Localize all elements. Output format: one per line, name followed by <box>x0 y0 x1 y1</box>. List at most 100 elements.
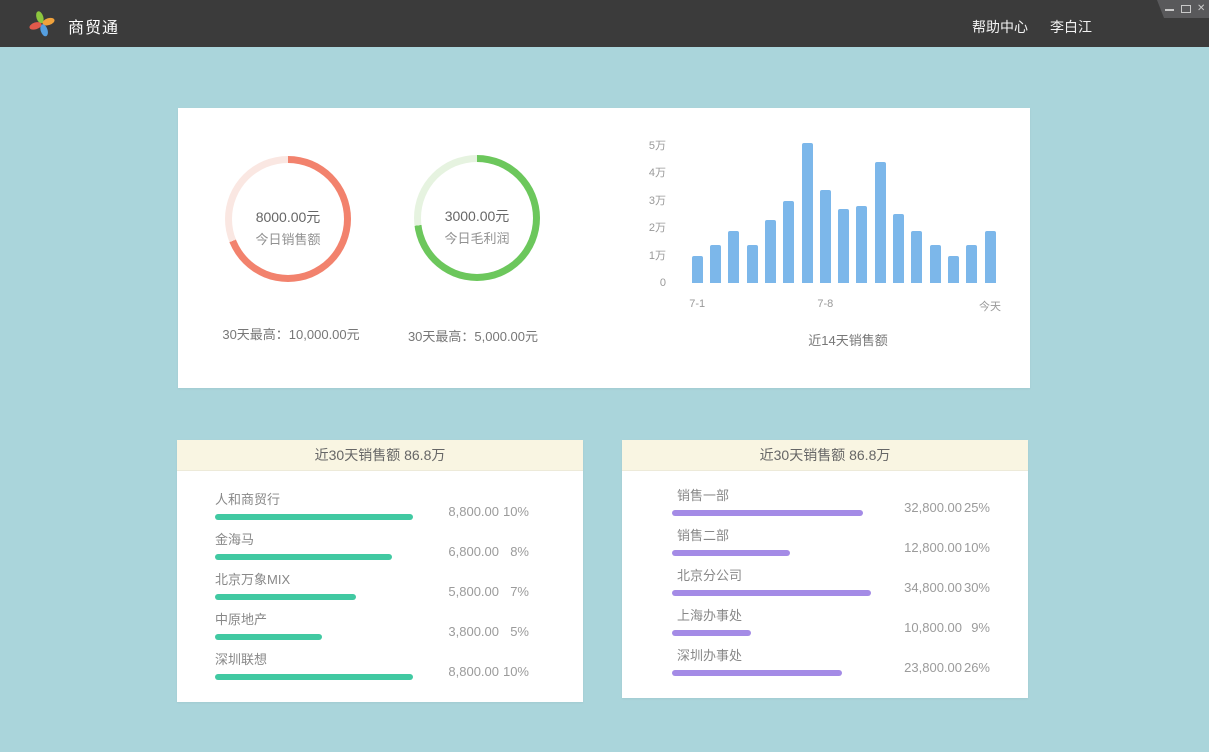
rank-row-bar <box>215 674 413 680</box>
y-axis-tick: 0 <box>648 277 666 290</box>
rank-row-values: 32,800.0025% <box>878 500 990 515</box>
rank-row-amount: 5,800.00 <box>415 584 499 599</box>
rank-card-title: 近30天销售额 86.8万 <box>622 440 1028 471</box>
rank-row-bar <box>672 670 842 676</box>
chart-bar <box>692 256 703 283</box>
help-center-link[interactable]: 帮助中心 <box>972 17 1028 37</box>
rank-row-percent: 26% <box>962 660 990 675</box>
today-profit-value: 3000.00元 <box>445 208 510 224</box>
rank-row-amount: 12,800.00 <box>878 540 962 555</box>
rank-row-percent: 25% <box>962 500 990 515</box>
rank-row: 北京分公司34,800.0030% <box>672 568 990 596</box>
gauge-inner: 3000.00元 今日毛利润 <box>421 162 533 274</box>
y-axis-tick: 1万 <box>648 250 666 263</box>
chart-bar <box>893 214 904 283</box>
rank-row-bar <box>215 594 356 600</box>
rank-row: 中原地产3,800.005% <box>215 612 529 640</box>
rank-row-percent: 9% <box>962 620 990 635</box>
x-axis-tick: 今天 <box>979 298 1001 314</box>
rank-row-values: 8,800.0010% <box>415 504 529 519</box>
gauge-inner: 8000.00元 今日销售额 <box>232 163 344 275</box>
minimize-icon[interactable] <box>1165 9 1174 11</box>
rank-row-percent: 10% <box>962 540 990 555</box>
title-bar: 商贸通 帮助中心 李白江 ✕ <box>0 0 1209 47</box>
rank-row: 北京万象MIX5,800.007% <box>215 572 529 600</box>
chart-bar <box>948 256 959 283</box>
rank-row-amount: 8,800.00 <box>415 504 499 519</box>
rank-row-values: 5,800.007% <box>415 584 529 599</box>
rank-row-bar <box>672 510 863 516</box>
rank-row-percent: 10% <box>499 504 529 519</box>
rank-row-percent: 30% <box>962 580 990 595</box>
chart-bar <box>875 162 886 283</box>
x-axis-tick: 7-1 <box>689 298 705 310</box>
app-title: 商贸通 <box>68 14 119 38</box>
rank-row-values: 8,800.0010% <box>415 664 529 679</box>
rank-row: 销售二部12,800.0010% <box>672 528 990 556</box>
today-sales-value: 8000.00元 <box>256 209 321 225</box>
rank-row-percent: 5% <box>499 624 529 639</box>
chart-bar <box>911 231 922 283</box>
rank-row-amount: 32,800.00 <box>878 500 962 515</box>
rank-row-amount: 23,800.00 <box>878 660 962 675</box>
rank-row: 销售一部32,800.0025% <box>672 488 990 516</box>
rank-row-bar <box>672 630 751 636</box>
rank-row-percent: 8% <box>499 544 529 559</box>
current-user-link[interactable]: 李白江 <box>1050 17 1092 37</box>
chart-bar <box>783 201 794 283</box>
sales-30day-max: 30天最高：10,000.00元 <box>191 324 391 343</box>
bar-chart-title: 近14天销售额 <box>691 330 1005 349</box>
rank-row-bar <box>672 590 871 596</box>
close-icon[interactable]: ✕ <box>1197 2 1205 16</box>
rank-row-bar <box>672 550 790 556</box>
chart-bar <box>710 245 721 283</box>
chart-bar <box>930 245 941 283</box>
chart-bar <box>985 231 996 283</box>
chart-bar <box>728 231 739 283</box>
rank-row-amount: 6,800.00 <box>415 544 499 559</box>
overview-card: 8000.00元 今日销售额 3000.00元 今日毛利润 30天最高：10,0… <box>178 108 1030 388</box>
x-axis-tick: 7-8 <box>817 298 833 310</box>
rank-row-values: 10,800.009% <box>878 620 990 635</box>
chart-bar <box>802 143 813 283</box>
maximize-icon[interactable] <box>1181 5 1191 13</box>
rank-row-percent: 10% <box>499 664 529 679</box>
rank-row-values: 3,800.005% <box>415 624 529 639</box>
rank-row-percent: 7% <box>499 584 529 599</box>
chart-bar <box>838 209 849 283</box>
y-axis-tick: 4万 <box>648 167 666 180</box>
today-profit-gauge: 3000.00元 今日毛利润 <box>414 155 540 281</box>
chart-bar <box>747 245 758 283</box>
rank-row-amount: 10,800.00 <box>878 620 962 635</box>
rank-row: 金海马6,800.008% <box>215 532 529 560</box>
window-controls: ✕ <box>1151 0 1209 18</box>
rank-rows: 销售一部32,800.0025% 销售二部12,800.0010% 北京分公司34,… <box>622 471 1028 676</box>
rank-row-bar <box>215 554 392 560</box>
chart-bar <box>856 206 867 283</box>
profit-30day-max: 30天最高：5,000.00元 <box>373 326 573 345</box>
rank-row-values: 34,800.0030% <box>878 580 990 595</box>
rank-row-values: 6,800.008% <box>415 544 529 559</box>
sales-14day-bar-chart: 01万2万3万4万5万7-17-8今天 <box>648 122 1010 283</box>
chart-bar <box>820 190 831 283</box>
rank-row-amount: 8,800.00 <box>415 664 499 679</box>
pinwheel-logo-icon <box>28 9 56 37</box>
rank-row-bar <box>215 514 413 520</box>
rank-row-values: 12,800.0010% <box>878 540 990 555</box>
rank-row-bar <box>215 634 322 640</box>
rank-row: 上海办事处10,800.009% <box>672 608 990 636</box>
chart-bar <box>765 220 776 283</box>
rank-row-values: 23,800.0026% <box>878 660 990 675</box>
y-axis-tick: 5万 <box>648 140 666 153</box>
rank-row: 深圳联想8,800.0010% <box>215 652 529 680</box>
rank-rows: 人和商贸行8,800.0010%金海马6,800.008%北京万象MIX5,80… <box>177 471 583 680</box>
y-axis-tick: 3万 <box>648 195 666 208</box>
chart-bar <box>966 245 977 283</box>
today-profit-label: 今日毛利润 <box>444 231 509 246</box>
today-sales-label: 今日销售额 <box>255 232 320 247</box>
rank-row-amount: 3,800.00 <box>415 624 499 639</box>
today-sales-gauge: 8000.00元 今日销售额 <box>225 156 351 282</box>
rank-row-amount: 34,800.00 <box>878 580 962 595</box>
rank-card-title: 近30天销售额 86.8万 <box>177 440 583 471</box>
customer-sales-rank-card: 近30天销售额 86.8万 人和商贸行8,800.0010%金海马6,800.0… <box>177 440 583 702</box>
